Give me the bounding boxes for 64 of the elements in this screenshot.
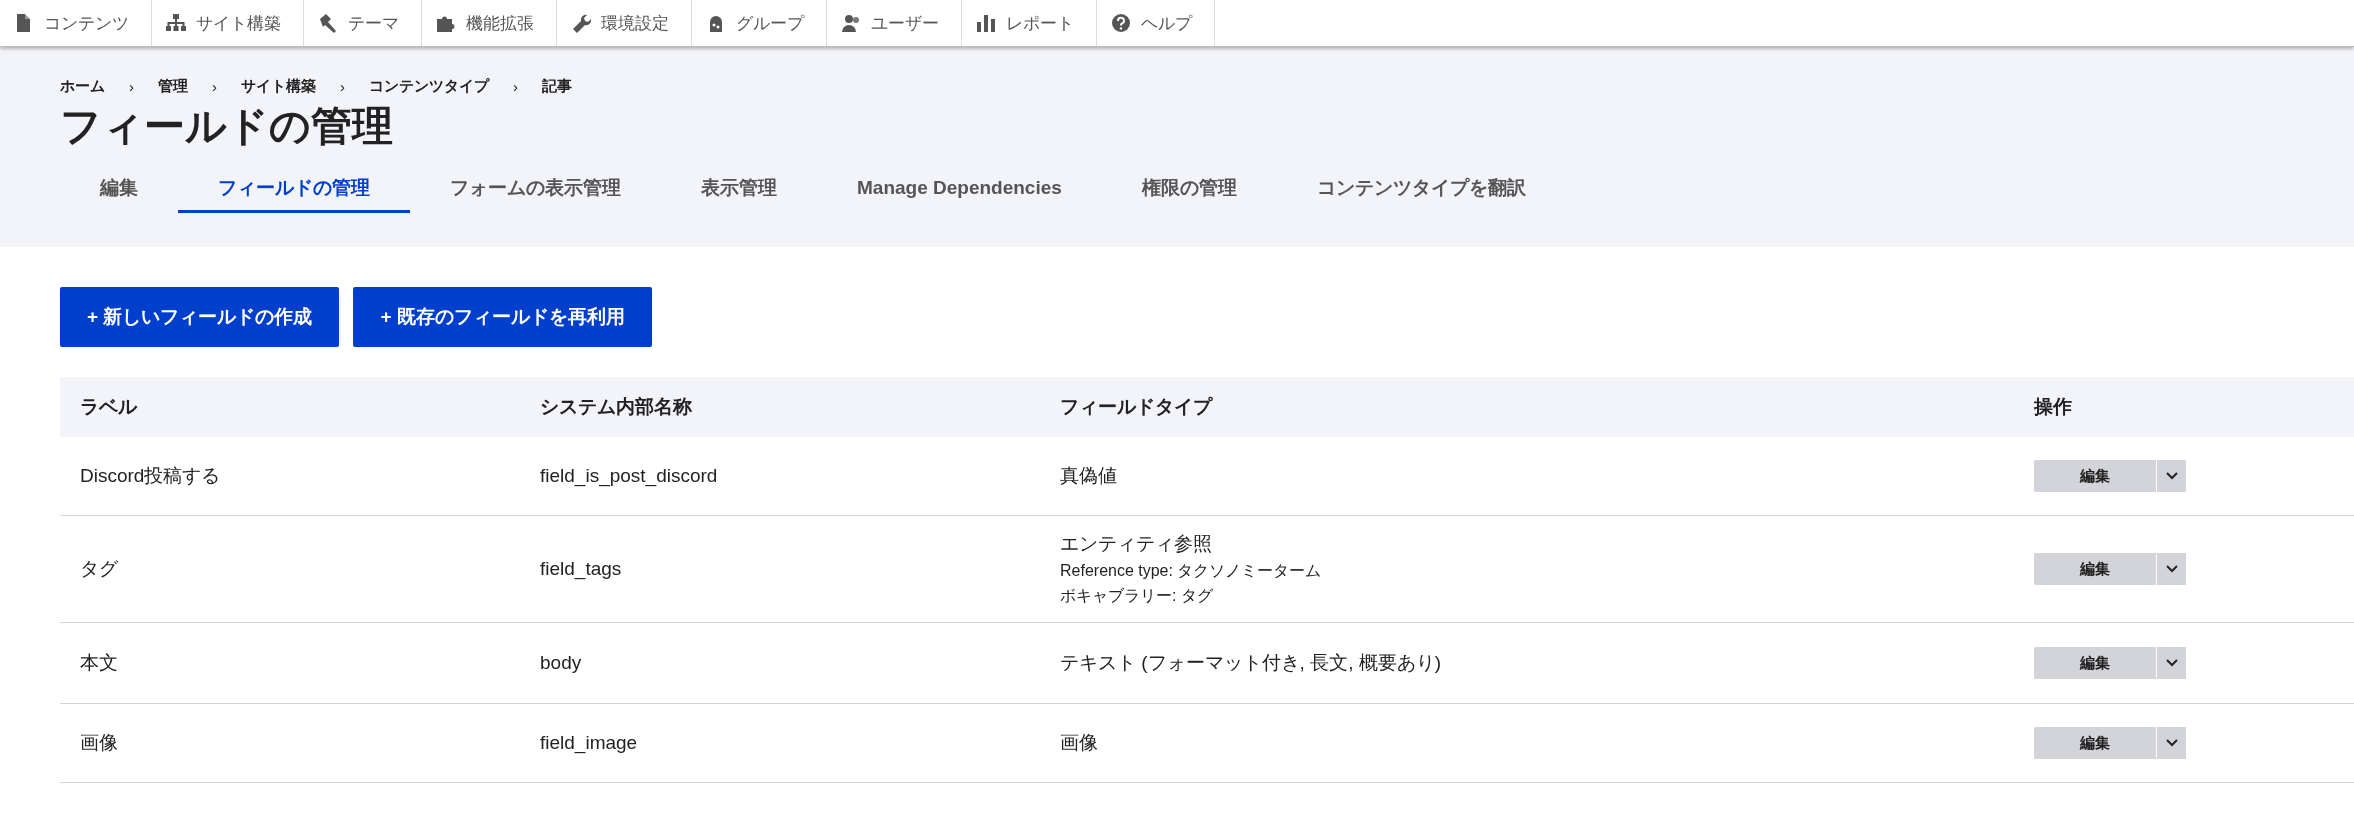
edit-button[interactable]: 編集 [2034, 647, 2156, 679]
toolbar-item[interactable]: テーマ [304, 0, 422, 46]
column-header: 操作 [2018, 377, 2354, 437]
tab[interactable]: フィールドの管理 [178, 169, 410, 214]
toolbar-item[interactable]: レポート [962, 0, 1097, 46]
field-type-detail: ボキャブラリー: タグ [1060, 586, 1214, 606]
dropdown-toggle[interactable] [2156, 647, 2186, 679]
breadcrumb-separator: › [340, 78, 345, 95]
breadcrumb-separator: › [212, 78, 217, 95]
field-type-detail: Reference type: タクソノミーターム [1060, 561, 1323, 581]
chevron-down-icon [2165, 472, 2178, 480]
breadcrumb-link[interactable]: コンテンツタイプ [369, 77, 489, 96]
edit-button[interactable]: 編集 [2034, 727, 2156, 759]
user-icon [841, 13, 861, 33]
tab[interactable]: 表示管理 [661, 169, 817, 214]
chevron-down-icon [2165, 659, 2178, 667]
toolbar-item[interactable]: サイト構築 [152, 0, 304, 46]
table-cell: field_tags [520, 515, 1040, 623]
toolbar-item[interactable]: ユーザー [827, 0, 962, 46]
dropdown-toggle[interactable] [2156, 553, 2186, 585]
field-type-text: テキスト (フォーマット付き, 長文, 概要あり) [1060, 651, 1443, 675]
breadcrumb-link[interactable]: ホーム [60, 77, 105, 96]
paintbrush-icon [318, 13, 338, 33]
help-icon [1111, 13, 1131, 33]
toolbar-item[interactable]: 機能拡張 [422, 0, 557, 46]
dropdown-toggle[interactable] [2156, 727, 2186, 759]
table-cell: Discord投稿する [60, 437, 520, 516]
field-type-text: エンティティ参照 [1060, 532, 1213, 556]
table-cell: field_is_post_discord [520, 437, 1040, 516]
breadcrumb-link[interactable]: 記事 [542, 77, 572, 96]
breadcrumb-link[interactable]: 管理 [158, 77, 188, 96]
chevron-down-icon [2165, 565, 2178, 573]
table-cell: 本文 [60, 622, 520, 704]
toolbar-item[interactable]: ヘルプ [1097, 0, 1215, 46]
column-header: ラベル [60, 377, 520, 437]
toolbar-item[interactable]: コンテンツ [0, 0, 152, 46]
toolbar-item[interactable]: グループ [692, 0, 827, 46]
action-button[interactable]: + 新しいフィールドの作成 [60, 287, 340, 347]
column-header: システム内部名称 [520, 377, 1040, 437]
tab[interactable]: コンテンツタイプを翻訳 [1276, 169, 1566, 214]
sitemap-icon [166, 13, 186, 33]
edit-button[interactable]: 編集 [2034, 460, 2156, 492]
action-button[interactable]: + 既存のフィールドを再利用 [353, 287, 652, 347]
toolbar-item[interactable]: 環境設定 [557, 0, 692, 46]
page-title: フィールドの管理 [60, 102, 394, 151]
tab[interactable]: Manage Dependencies [817, 169, 1102, 214]
edit-button[interactable]: 編集 [2034, 553, 2156, 585]
chevron-down-icon [2165, 739, 2178, 747]
table-cell: 画像 [60, 703, 520, 783]
breadcrumb-link[interactable]: サイト構築 [241, 77, 316, 96]
field-type-text: 画像 [1060, 731, 1099, 755]
tab[interactable]: 編集 [60, 169, 178, 214]
wrench-icon [571, 13, 591, 33]
tab[interactable]: フォームの表示管理 [410, 169, 661, 214]
field-type-text: 真偽値 [1060, 464, 1118, 488]
table-cell: body [520, 622, 1040, 704]
breadcrumb-separator: › [513, 78, 518, 95]
bar-chart-icon [976, 13, 996, 33]
breadcrumb-separator: › [129, 78, 134, 95]
column-header: フィールドタイプ [1040, 377, 2018, 437]
dropdown-toggle[interactable] [2156, 460, 2186, 492]
table-cell: タグ [60, 515, 520, 623]
table-cell: field_image [520, 703, 1040, 783]
tab[interactable]: 権限の管理 [1101, 169, 1277, 214]
